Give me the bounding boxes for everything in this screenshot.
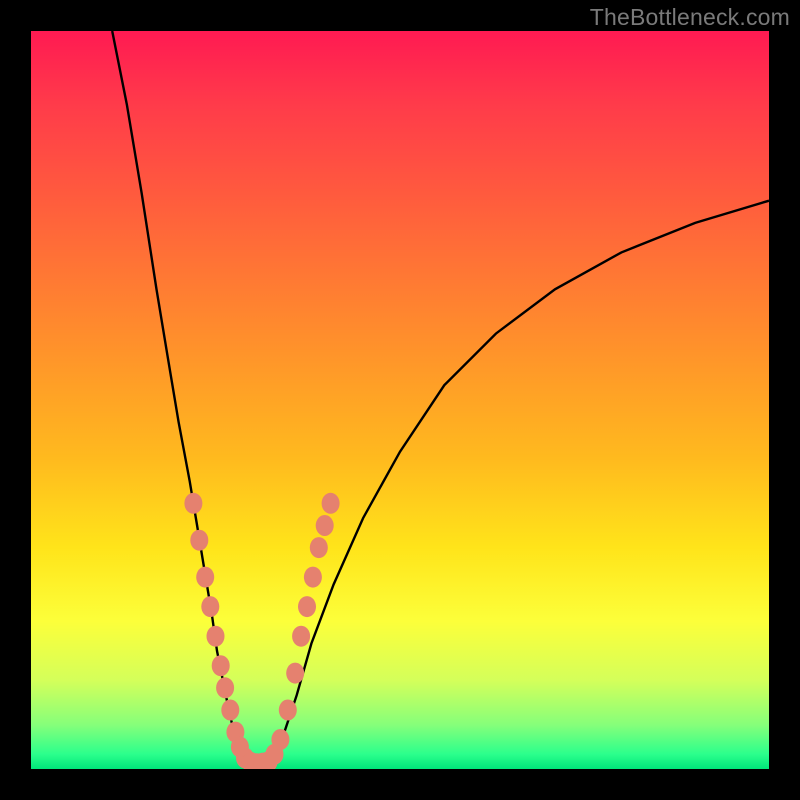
data-point-marker bbox=[304, 567, 322, 588]
bottleneck-curve bbox=[31, 31, 769, 769]
data-point-marker bbox=[201, 596, 219, 617]
data-point-marker bbox=[292, 626, 310, 647]
data-point-marker bbox=[196, 567, 214, 588]
data-point-marker bbox=[184, 493, 202, 514]
data-point-marker bbox=[316, 515, 334, 536]
data-point-marker bbox=[221, 700, 239, 721]
data-point-marker bbox=[212, 655, 230, 676]
data-point-marker bbox=[216, 677, 234, 698]
chart-frame: TheBottleneck.com bbox=[0, 0, 800, 800]
plot-area bbox=[31, 31, 769, 769]
data-point-marker bbox=[298, 596, 316, 617]
data-point-marker bbox=[286, 663, 304, 684]
data-point-marker bbox=[279, 700, 297, 721]
data-point-marker bbox=[271, 729, 289, 750]
data-point-marker bbox=[207, 626, 225, 647]
data-point-marker bbox=[190, 530, 208, 551]
data-point-marker bbox=[310, 537, 328, 558]
watermark-text: TheBottleneck.com bbox=[590, 4, 790, 31]
data-point-marker bbox=[322, 493, 340, 514]
v-curve-path bbox=[112, 31, 769, 764]
